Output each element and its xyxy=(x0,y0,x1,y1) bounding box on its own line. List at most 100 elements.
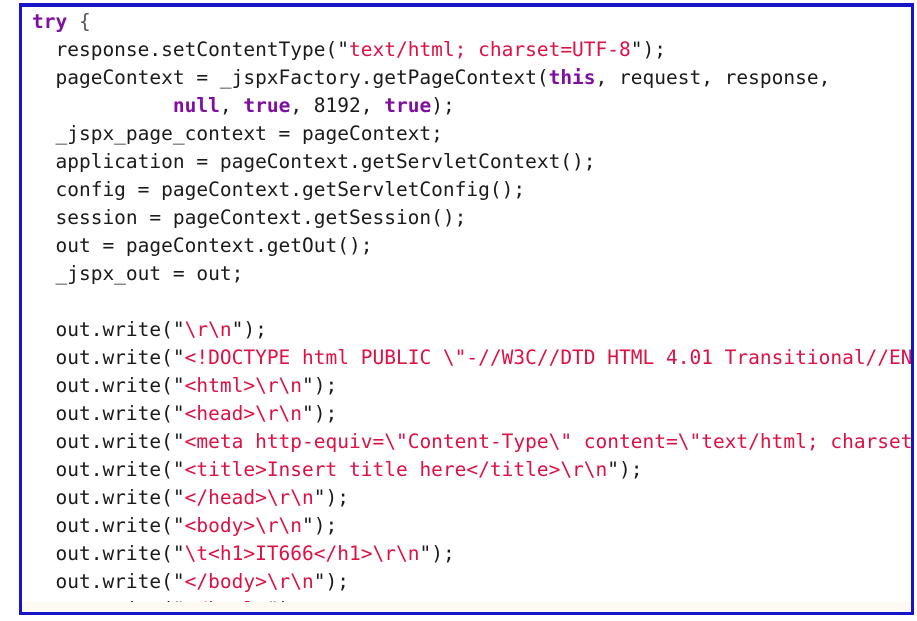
code-token-plain: " xyxy=(172,542,185,565)
line-getpagecontext: pageContext = _jspxFactory.getPageContex… xyxy=(32,64,911,92)
code-token-plain: out.write( xyxy=(55,318,173,341)
code-token-plain: " xyxy=(172,486,185,509)
code-token-plain: ); xyxy=(431,94,455,117)
code-token-plain: out = pageContext.getOut(); xyxy=(55,234,373,257)
line-write-head: out.write("<head>\r\n"); xyxy=(32,400,911,428)
code-token-plain: " xyxy=(607,458,620,481)
code-token-plain: application = pageContext.getServletCont… xyxy=(55,150,596,173)
code-token-str: \t<h1>IT666</h1>\r\n xyxy=(184,542,420,565)
bottom-edge-tint xyxy=(22,602,911,612)
code-token-plain: out.write( xyxy=(55,570,173,593)
code-token-kw: true xyxy=(243,94,291,117)
code-token-kw: try xyxy=(32,10,68,33)
code-editor-surface[interactable]: try { response.setContentType("text/html… xyxy=(22,7,911,612)
line-write-crlf: out.write("\r\n"); xyxy=(32,316,911,344)
code-token-plain: " xyxy=(172,374,185,397)
code-token-str: text/html; charset=UTF-8 xyxy=(349,38,631,61)
code-token-str: </head>\r\n xyxy=(184,486,314,509)
code-token-plain: out.write( xyxy=(55,430,173,453)
line-out: out = pageContext.getOut(); xyxy=(32,232,911,260)
code-token-plain: " xyxy=(302,402,314,425)
line-write-doctype: out.write("<!DOCTYPE html PUBLIC \"-//W3… xyxy=(32,344,911,372)
code-token-plain: out.write( xyxy=(55,458,173,481)
line-write-body: out.write("<body>\r\n"); xyxy=(32,512,911,540)
code-token-kw: null xyxy=(172,94,220,117)
code-token-plain: " xyxy=(313,486,326,509)
line-config: config = pageContext.getServletConfig(); xyxy=(32,176,911,204)
code-token-plain: ); xyxy=(642,38,666,61)
line-setcontenttype: response.setContentType( "text/html; char… xyxy=(32,36,911,64)
code-token-kw: this xyxy=(548,66,596,89)
code-token-plain: out.write( xyxy=(55,486,173,509)
code-token-str: <head>\r\n xyxy=(184,402,303,425)
code-token-plain: response.setContentType( xyxy=(55,38,338,61)
line-try: try { xyxy=(32,8,911,36)
code-token-plain: ); xyxy=(325,570,350,593)
code-token-plain: " xyxy=(302,374,314,397)
code-token-plain: " xyxy=(172,430,185,453)
code-token-plain: " xyxy=(172,570,185,593)
code-token-str: </body>\r\n xyxy=(184,570,314,593)
code-token-plain: ); xyxy=(619,458,643,481)
code-token-str: <title>Insert title here</title>\r\n xyxy=(184,458,608,481)
screenshot-root: try { response.setContentType("text/html… xyxy=(0,0,917,621)
line-write-body-close: out.write("</body>\r\n"); xyxy=(32,568,911,596)
code-token-plain: pageContext = _jspxFactory.getPageContex… xyxy=(55,66,549,89)
code-token-plain: " xyxy=(172,318,185,341)
code-token-plain: , request, response, xyxy=(595,66,831,89)
code-token-plain: " xyxy=(630,38,643,61)
code-token-plain: _jspx_page_context = pageContext; xyxy=(55,122,443,145)
code-token-str: \r\n xyxy=(184,318,232,341)
code-token-plain: ); xyxy=(313,402,338,425)
line-jspx-out: _jspx_out = out; xyxy=(32,260,911,288)
code-token-plain: , xyxy=(360,94,385,117)
code-token-plain: session = pageContext.getSession(); xyxy=(55,206,467,229)
code-token-plain: " xyxy=(231,318,244,341)
code-token-plain: ); xyxy=(325,486,350,509)
code-token-plain: " xyxy=(302,514,314,537)
line-application: application = pageContext.getServletCont… xyxy=(32,148,911,176)
code-token-plain: ); xyxy=(431,542,455,565)
line-write-meta: out.write("<meta http-equiv=\"Content-Ty… xyxy=(32,428,911,456)
code-token-plain: out.write( xyxy=(55,542,173,565)
code-token-plain: " xyxy=(419,542,432,565)
code-token-plain: _jspx_out = out; xyxy=(55,262,244,285)
line-session: session = pageContext.getSession(); xyxy=(32,204,911,232)
code-token-plain: " xyxy=(313,570,326,593)
line-write-html: out.write("<html>\r\n"); xyxy=(32,372,911,400)
code-token-plain: config = pageContext.getServletConfig(); xyxy=(55,178,526,201)
code-block-frame: try { response.setContentType("text/html… xyxy=(19,3,914,615)
code-token-str: <!DOCTYPE html PUBLIC \"-//W3C//DTD HTML… xyxy=(184,346,911,369)
code-token-plain: out.write( xyxy=(55,514,173,537)
code-token-plain: ); xyxy=(243,318,267,341)
code-token-plain: , xyxy=(219,94,244,117)
line-blank xyxy=(32,288,911,316)
line-write-title: out.write("<title>Insert title here</tit… xyxy=(32,456,911,484)
line-write-head-close: out.write("</head>\r\n"); xyxy=(32,484,911,512)
code-token-str: <html>\r\n xyxy=(184,374,303,397)
line-write-h1: out.write("\t<h1>IT666</h1>\r\n"); xyxy=(32,540,911,568)
code-token-str: <body>\r\n xyxy=(184,514,303,537)
code-token-plain: , xyxy=(290,94,314,117)
code-token-plain: out.write( xyxy=(55,374,173,397)
line-jspx-page-context: _jspx_page_context = pageContext; xyxy=(32,120,911,148)
code-token-plain: " xyxy=(172,402,185,425)
code-token-plain: " xyxy=(172,458,185,481)
